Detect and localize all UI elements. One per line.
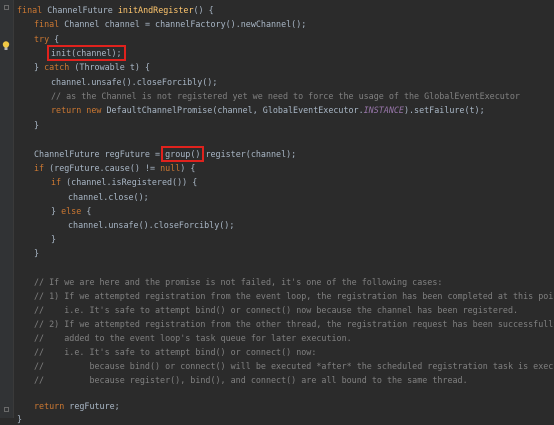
code-token: return new: [51, 105, 107, 115]
code-token: null: [160, 163, 181, 173]
code-comment: // because register(), bind(), and conne…: [34, 375, 468, 385]
code-line[interactable]: // as the Channel is not registered yet …: [51, 90, 520, 102]
code-line[interactable]: // because bind() or connect() will be e…: [34, 360, 554, 372]
code-token: }: [34, 120, 40, 130]
code-comment: // 2) If we attempted registration from …: [34, 319, 554, 329]
code-token: channel.close();: [68, 192, 149, 202]
code-line[interactable]: } catch (Throwable t) {: [34, 61, 150, 73]
code-token: {: [86, 206, 92, 216]
code-token: regFuture;: [69, 401, 120, 411]
code-token: ) {: [180, 163, 196, 173]
code-token: ChannelFuture: [47, 5, 118, 15]
code-token: channelFactory().newChannel();: [155, 19, 307, 29]
code-token: }: [51, 234, 57, 244]
code-line[interactable]: }: [17, 413, 22, 425]
code-token: Channel channel =: [64, 19, 156, 29]
code-line[interactable]: // because register(), bind(), and conne…: [34, 374, 468, 386]
code-token: {: [54, 34, 60, 44]
code-line[interactable]: } else {: [51, 205, 91, 217]
code-comment: // added to the event loop's task queue …: [34, 333, 352, 343]
code-comment: // because bind() or connect() will be e…: [34, 361, 554, 371]
code-line[interactable]: // i.e. It's safe to attempt bind() or c…: [34, 304, 518, 316]
code-token: () {: [193, 5, 214, 15]
code-token: channel.unsafe().closeForcibly();: [51, 77, 218, 87]
code-token: channel.unsafe().closeForcibly();: [68, 220, 235, 230]
highlight-box: [47, 45, 126, 61]
code-line[interactable]: // If we are here and the promise is not…: [34, 276, 442, 288]
code-token: (channel.isRegistered()) {: [66, 177, 198, 187]
code-line[interactable]: if (channel.isRegistered()) {: [51, 176, 197, 188]
code-token: (Throwable t) {: [74, 62, 150, 72]
code-comment: // i.e. It's safe to attempt bind() or c…: [34, 305, 519, 315]
code-line[interactable]: try {: [34, 33, 59, 45]
fold-icon[interactable]: [4, 5, 9, 10]
code-line[interactable]: final ChannelFuture initAndRegister() {: [17, 4, 214, 16]
code-line[interactable]: channel.unsafe().closeForcibly();: [68, 219, 234, 231]
code-comment: // 1) If we attempted registration from …: [34, 291, 554, 301]
highlight-box: [161, 146, 205, 162]
code-token: catch: [44, 62, 75, 72]
code-token: if: [51, 177, 67, 187]
code-line[interactable]: final Channel channel = channelFactory()…: [34, 18, 306, 30]
code-token: final: [17, 5, 48, 15]
code-token: initAndRegister: [117, 5, 194, 15]
code-token: DefaultChannelPromise(channel, GlobalEve…: [106, 105, 364, 115]
code-token: }: [34, 248, 40, 258]
code-line[interactable]: // 1) If we attempted registration from …: [34, 290, 554, 302]
code-line[interactable]: }: [34, 119, 39, 131]
code-line[interactable]: channel.close();: [68, 191, 149, 203]
code-line[interactable]: // added to the event loop's task queue …: [34, 332, 352, 344]
code-token: final: [34, 19, 65, 29]
fold-icon[interactable]: [4, 407, 9, 412]
code-line[interactable]: channel.unsafe().closeForcibly();: [51, 76, 217, 88]
code-token: ).setFailure(t);: [403, 105, 485, 115]
code-token: (regFuture.cause() !=: [49, 163, 161, 173]
code-line[interactable]: return new DefaultChannelPromise(channel…: [51, 104, 485, 116]
code-token: else: [61, 206, 87, 216]
code-line[interactable]: return regFuture;: [34, 400, 120, 412]
code-token: try: [34, 34, 55, 44]
code-line[interactable]: }: [51, 233, 56, 245]
code-line[interactable]: }: [34, 247, 39, 259]
intention-bulb-icon[interactable]: [2, 41, 10, 51]
code-token: if: [34, 163, 50, 173]
code-line[interactable]: if (regFuture.cause() != null) {: [34, 162, 195, 174]
code-comment: // as the Channel is not registered yet …: [51, 91, 520, 101]
code-token: }: [17, 414, 23, 424]
code-token: register(channel);: [205, 149, 297, 159]
code-token: ChannelFuture regFuture =: [34, 149, 166, 159]
code-token: }: [34, 62, 45, 72]
code-line[interactable]: // 2) If we attempted registration from …: [34, 318, 554, 330]
code-line[interactable]: // i.e. It's safe to attempt bind() or c…: [34, 346, 316, 358]
code-comment: // i.e. It's safe to attempt bind() or c…: [34, 347, 317, 357]
code-comment: // If we are here and the promise is not…: [34, 277, 443, 287]
editor-gutter: [0, 0, 14, 418]
code-token: return: [34, 401, 70, 411]
code-token: }: [51, 206, 62, 216]
code-token: INSTANCE: [363, 105, 404, 115]
